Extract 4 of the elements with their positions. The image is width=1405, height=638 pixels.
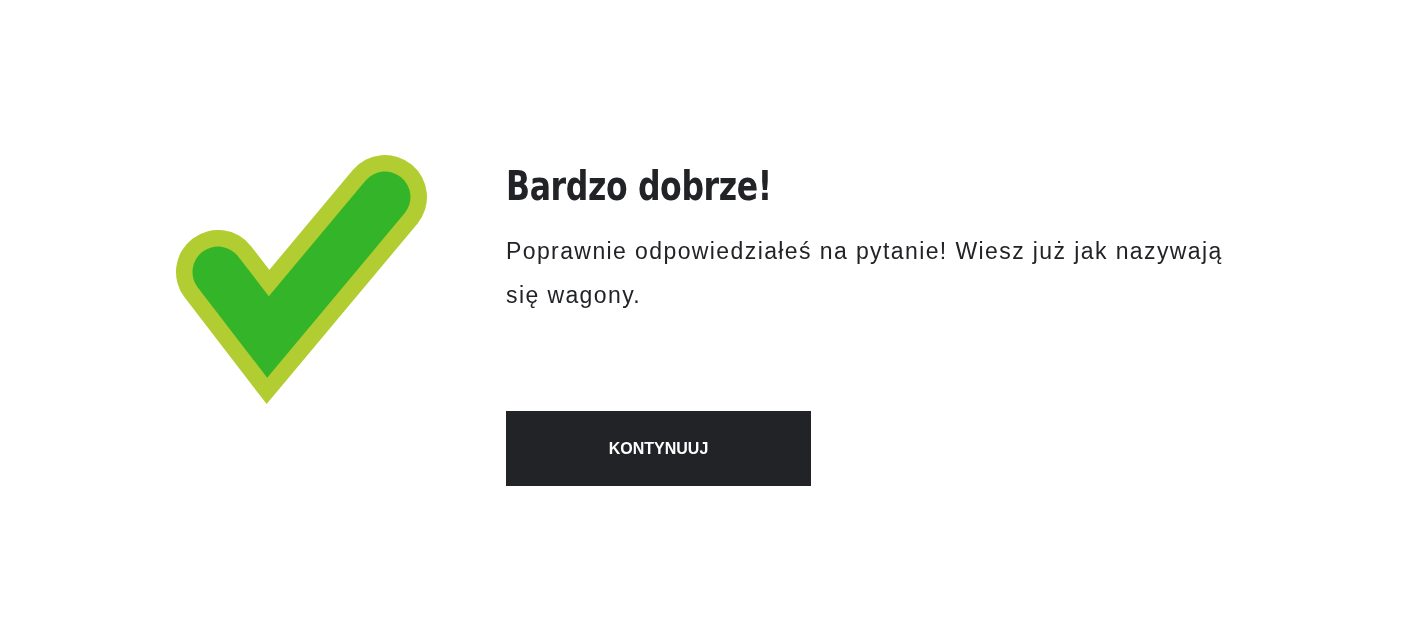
continue-button[interactable]: KONTYNUUJ [506,411,811,486]
checkmark-icon [176,153,428,405]
result-message: Poprawnie odpowiedziałeś na pytanie! Wiesz już jak nazywają się wagony. [506,237,1224,310]
result-title: Bardzo dobrze! [506,161,772,212]
